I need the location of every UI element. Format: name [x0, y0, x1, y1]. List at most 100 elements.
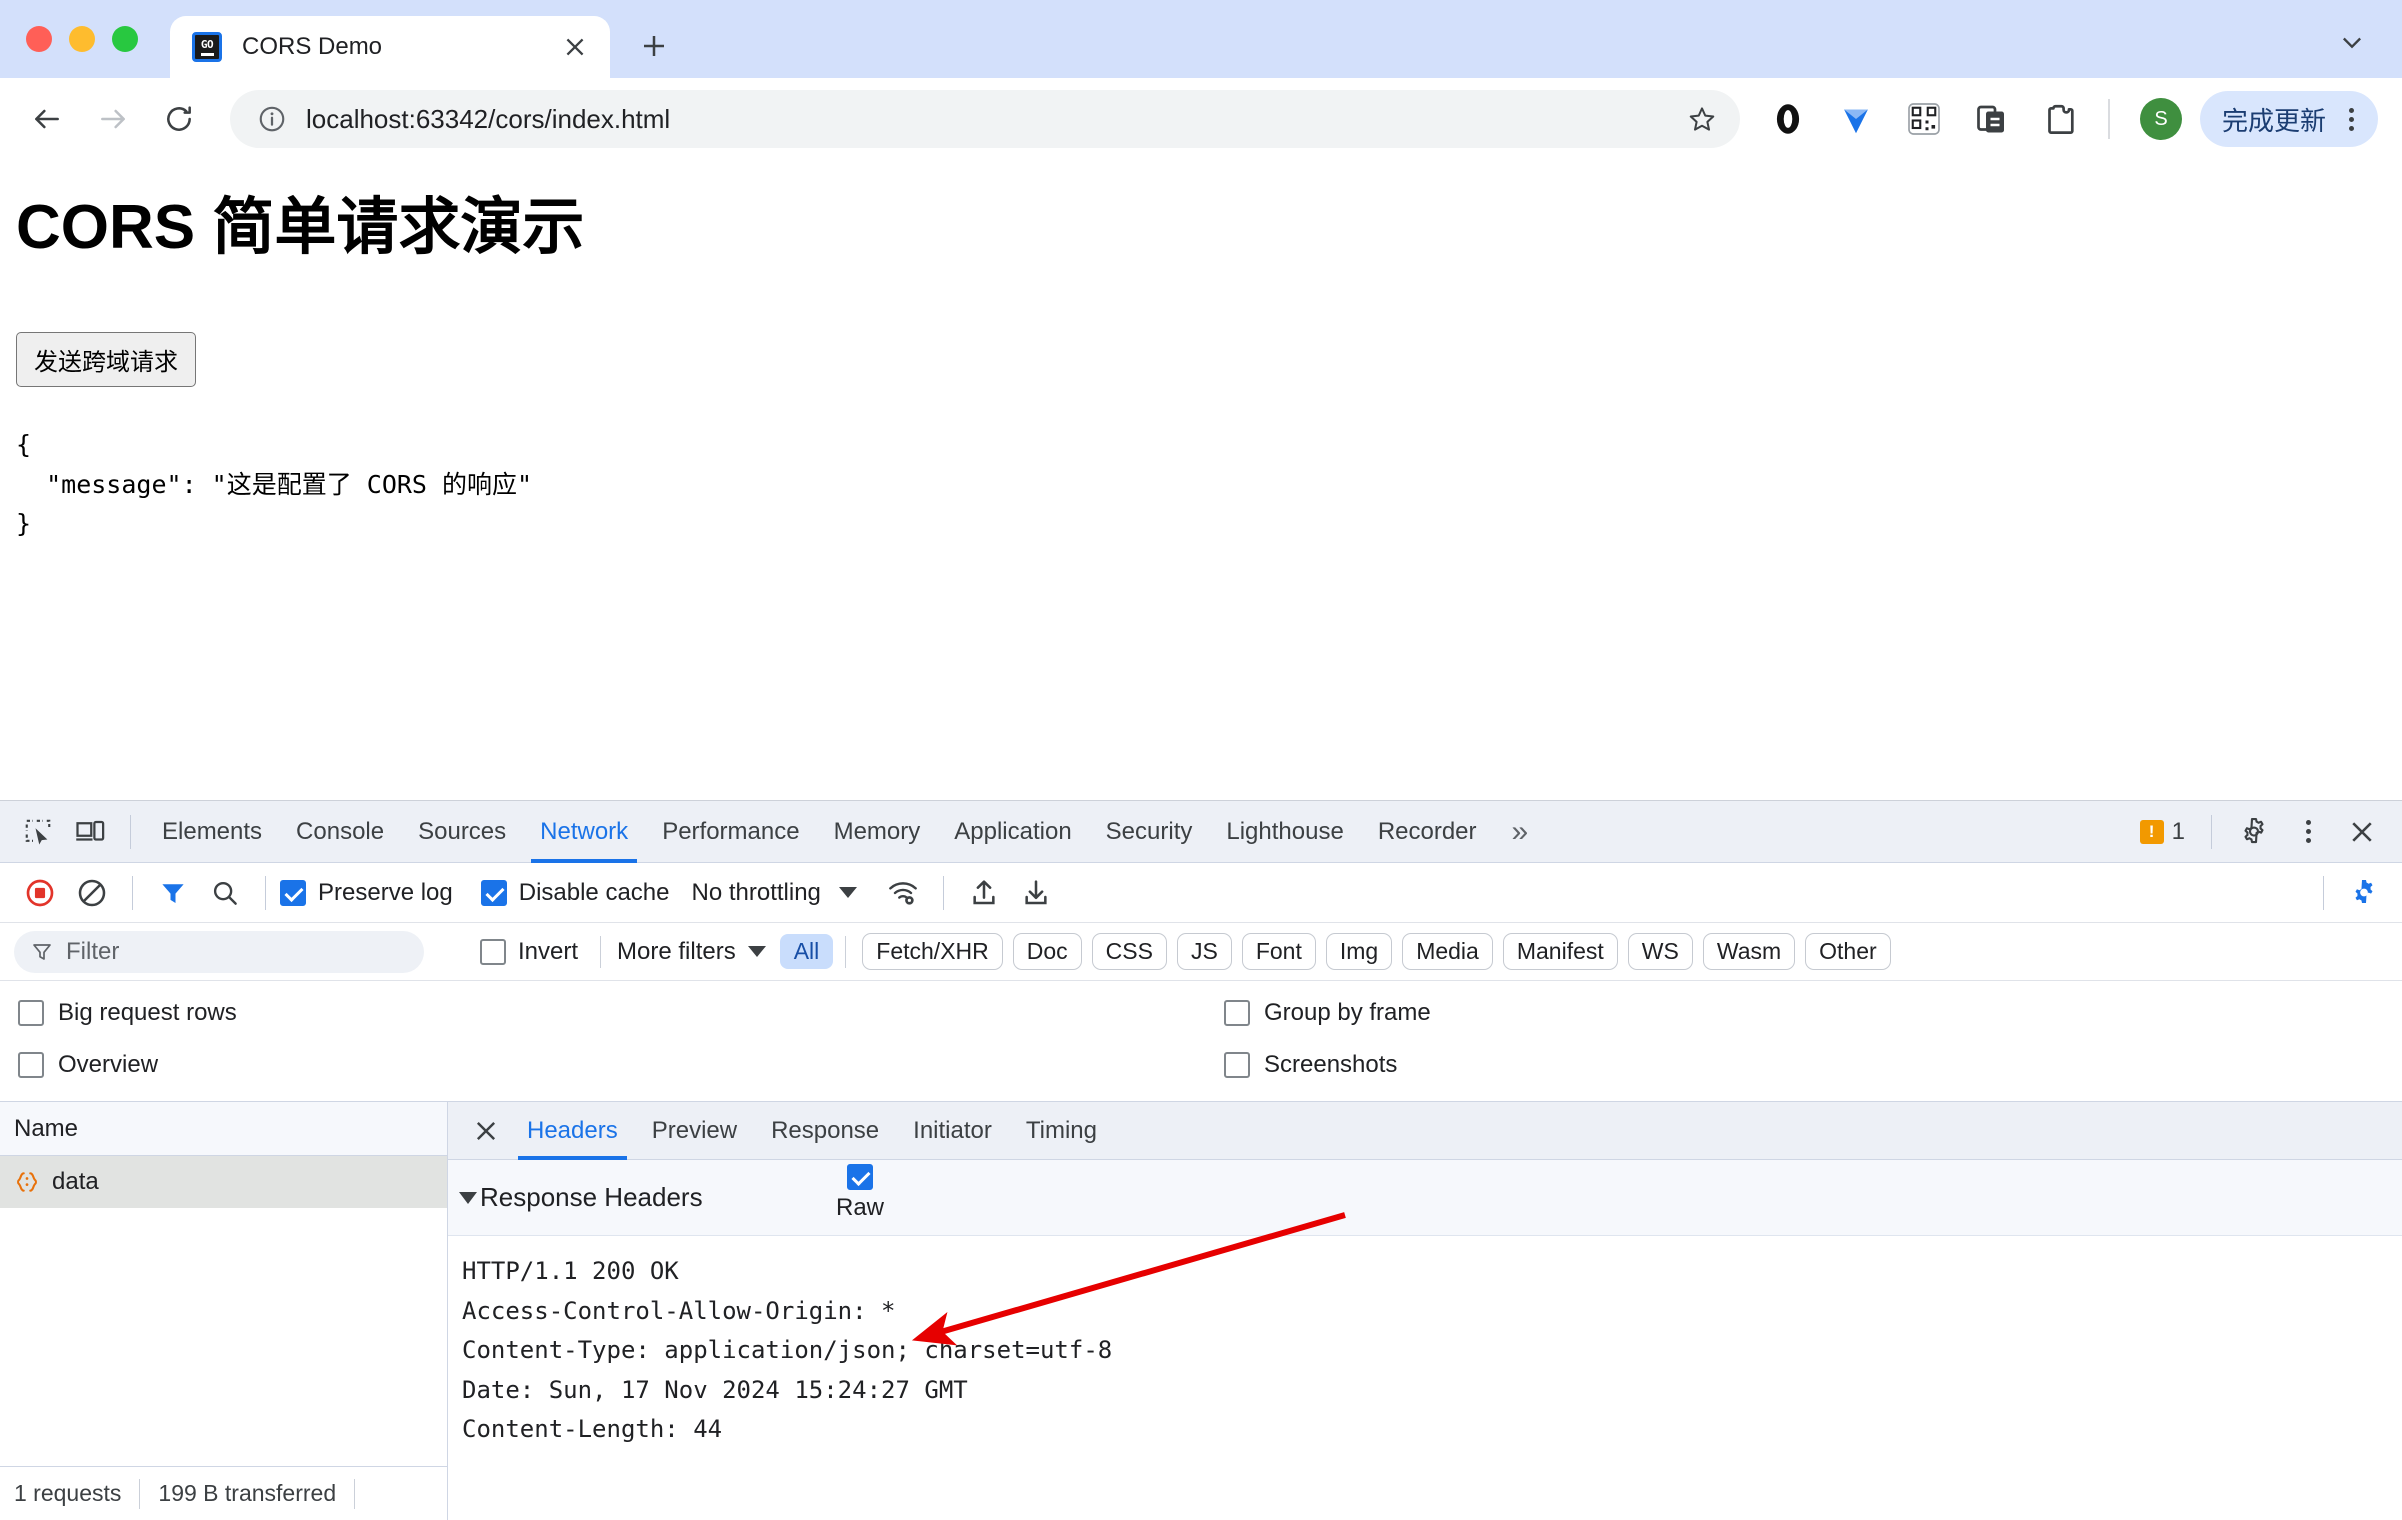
preserve-log-label: Preserve log	[318, 878, 453, 906]
tab-timing[interactable]: Timing	[1009, 1102, 1114, 1160]
raw-checkbox[interactable]: Raw	[836, 1164, 884, 1222]
close-icon[interactable]	[462, 1107, 510, 1155]
tab-memory[interactable]: Memory	[817, 801, 938, 863]
tab-network[interactable]: Network	[523, 801, 645, 863]
tab-preview[interactable]: Preview	[635, 1102, 754, 1160]
window-maximize-button[interactable]	[112, 26, 138, 52]
tab-elements[interactable]: Elements	[145, 801, 279, 863]
send-cors-request-button[interactable]: 发送跨域请求	[16, 332, 196, 388]
filter-type-css[interactable]: CSS	[1091, 933, 1167, 970]
back-arrow-icon[interactable]	[16, 88, 78, 150]
filter-type-font[interactable]: Font	[1241, 933, 1316, 970]
download-icon[interactable]	[1010, 867, 1062, 919]
table-row[interactable]: data	[0, 1156, 447, 1208]
device-toolbar-icon[interactable]	[64, 806, 116, 858]
tab-recorder[interactable]: Recorder	[1361, 801, 1494, 863]
update-button[interactable]: 完成更新	[2199, 91, 2378, 147]
big-request-rows-label: Big request rows	[58, 999, 237, 1026]
response-headers-section[interactable]: Response Headers Raw	[448, 1160, 2402, 1236]
network-settings-gear-icon[interactable]	[2338, 867, 2390, 919]
network-options: Big request rows Group by frame Overview…	[0, 981, 2402, 1102]
clear-icon[interactable]	[66, 867, 118, 919]
close-icon[interactable]	[2336, 806, 2388, 858]
invert-checkbox[interactable]: Invert	[480, 938, 578, 966]
opera-icon[interactable]	[1760, 91, 1816, 147]
window-minimize-button[interactable]	[69, 26, 95, 52]
reload-icon[interactable]	[148, 88, 210, 150]
filter-type-media[interactable]: Media	[1402, 933, 1493, 970]
response-output: { "message": "这是配置了 CORS 的响应" }	[16, 430, 533, 539]
go-favicon: GO	[192, 32, 222, 62]
tab-security[interactable]: Security	[1089, 801, 1210, 863]
checkbox-box	[480, 879, 507, 906]
kebab-menu-icon[interactable]	[2334, 97, 2368, 141]
upload-icon[interactable]	[958, 867, 1010, 919]
close-icon[interactable]	[558, 30, 592, 64]
diamond-icon[interactable]	[1828, 91, 1884, 147]
window-close-button[interactable]	[26, 26, 52, 52]
address-bar[interactable]: localhost:63342/cors/index.html	[230, 90, 1740, 148]
column-header-name: Name	[14, 1114, 79, 1142]
filter-type-other[interactable]: Other	[1805, 933, 1891, 970]
copy-icon[interactable]	[1964, 91, 2020, 147]
kebab-menu-icon[interactable]	[2282, 806, 2334, 858]
more-tabs-icon[interactable]: »	[1494, 801, 1547, 863]
puzzle-icon[interactable]	[2032, 91, 2088, 147]
request-detail: Headers Preview Response Initiator Timin…	[448, 1102, 2402, 1520]
more-filters-button[interactable]: More filters	[617, 938, 736, 966]
filter-type-fetch-xhr[interactable]: Fetch/XHR	[862, 933, 1003, 970]
search-icon[interactable]	[199, 867, 251, 919]
tab-response[interactable]: Response	[754, 1102, 896, 1160]
tab-sources[interactable]: Sources	[401, 801, 523, 863]
filter-type-ws[interactable]: WS	[1627, 933, 1693, 970]
raw-response-headers: HTTP/1.1 200 OK Access-Control-Allow-Ori…	[448, 1236, 2402, 1520]
screenshots-checkbox[interactable]: Screenshots	[1220, 1051, 1397, 1079]
tab-console[interactable]: Console	[279, 801, 401, 863]
chevron-down-icon[interactable]	[747, 946, 766, 957]
qr-code-icon[interactable]	[1896, 91, 1952, 147]
forward-arrow-icon[interactable]	[82, 88, 144, 150]
big-request-rows-checkbox[interactable]: Big request rows	[0, 999, 1220, 1027]
tab-initiator[interactable]: Initiator	[896, 1102, 1009, 1160]
filter-type-img[interactable]: Img	[1325, 933, 1393, 970]
tab-title: CORS Demo	[242, 33, 383, 60]
divider	[354, 1478, 356, 1509]
gear-icon[interactable]	[2228, 806, 2280, 858]
inspect-element-icon[interactable]	[12, 806, 64, 858]
divider	[139, 1478, 141, 1509]
preserve-log-checkbox[interactable]: Preserve log	[280, 879, 453, 907]
network-status-bar: 1 requests 199 B transferred	[0, 1466, 448, 1520]
network-body: Name data Headers Preview Response Initi…	[0, 1102, 2402, 1520]
divider	[845, 935, 847, 968]
warning-icon: !	[2139, 819, 2164, 844]
filter-type-js[interactable]: JS	[1176, 933, 1232, 970]
info-icon[interactable]	[252, 99, 292, 139]
filter-type-wasm[interactable]: Wasm	[1702, 933, 1796, 970]
filter-type-manifest[interactable]: Manifest	[1502, 933, 1618, 970]
record-stop-icon[interactable]	[14, 867, 66, 919]
group-by-frame-checkbox[interactable]: Group by frame	[1220, 999, 1431, 1027]
tab-headers[interactable]: Headers	[510, 1102, 635, 1160]
browser-tab-cors-demo[interactable]: GO CORS Demo	[170, 16, 610, 78]
funnel-icon[interactable]	[147, 867, 199, 919]
tab-performance[interactable]: Performance	[645, 801, 816, 863]
new-tab-button[interactable]	[626, 18, 682, 74]
filter-type-all[interactable]: All	[779, 934, 834, 969]
star-icon[interactable]	[1678, 95, 1726, 143]
json-icon	[17, 1172, 37, 1192]
wifi-settings-icon[interactable]	[877, 867, 929, 919]
overview-checkbox[interactable]: Overview	[0, 1051, 1220, 1079]
tab-lighthouse[interactable]: Lighthouse	[1209, 801, 1360, 863]
filter-input[interactable]: Filter	[14, 930, 424, 973]
expand-triangle-icon[interactable]	[459, 1191, 477, 1204]
throttling-select[interactable]: No throttling	[691, 879, 820, 907]
tab-application[interactable]: Application	[937, 801, 1088, 863]
response-headers-title: Response Headers	[480, 1182, 703, 1212]
issues-badge[interactable]: ! 1	[2130, 818, 2195, 846]
page-content: CORS 简单请求演示 发送跨域请求 { "message": "这是配置了 C…	[0, 160, 2402, 800]
filter-type-doc[interactable]: Doc	[1012, 933, 1082, 970]
disable-cache-checkbox[interactable]: Disable cache	[480, 879, 669, 907]
chevron-down-icon[interactable]	[2324, 18, 2380, 66]
chevron-down-icon[interactable]	[838, 887, 857, 898]
avatar[interactable]: S	[2139, 98, 2182, 140]
